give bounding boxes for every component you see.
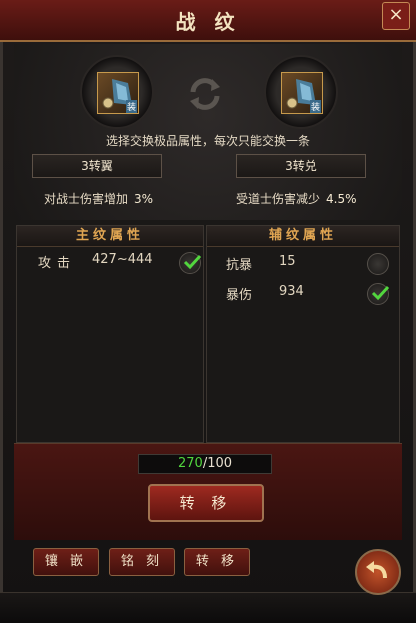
aux-attr-row[interactable]: 抗暴 xyxy=(226,254,252,273)
aux-attr-header: 辅纹属性 xyxy=(207,226,399,247)
left-equip-slot[interactable]: 装 xyxy=(80,55,154,129)
stat-value: 4.5% xyxy=(326,192,357,206)
tab-engrave[interactable]: 铭 刻 xyxy=(109,548,175,576)
main-attr-value: 427~444 xyxy=(92,252,153,267)
equipped-badge: 装 xyxy=(125,100,137,113)
aux-attr-value: 15 xyxy=(279,254,296,269)
aux-attr-value: 934 xyxy=(279,284,304,299)
wing-item-icon[interactable]: 装 xyxy=(281,72,323,114)
back-button[interactable] xyxy=(355,549,401,595)
left-item-stat: 对战士伤害增加 3% xyxy=(44,190,153,207)
window-title: 战 纹 xyxy=(175,10,241,34)
stat-value: 3% xyxy=(134,192,154,206)
tab-inlay[interactable]: 镶 嵌 xyxy=(33,548,99,576)
main-attr-row[interactable]: 攻击 xyxy=(38,252,76,271)
aux-attr-checkbox[interactable] xyxy=(367,283,390,305)
aux-attr-checkbox[interactable] xyxy=(367,253,389,275)
title-bar: 战 纹 × xyxy=(0,0,416,42)
checkmark-icon xyxy=(371,285,390,301)
equipped-badge: 装 xyxy=(309,100,321,113)
right-item-tag: 3转兑 xyxy=(236,154,366,178)
left-item-tag: 3转翼 xyxy=(32,154,162,178)
attr-name: 抗暴 xyxy=(226,258,253,273)
progress-total: /100 xyxy=(202,456,233,471)
swap-hint: 选择交换极品属性，每次只能交换一条 xyxy=(105,134,310,148)
tab-transfer[interactable]: 转 移 xyxy=(184,548,250,576)
main-attr-header: 主纹属性 xyxy=(17,226,203,247)
footer-ornament xyxy=(0,592,416,623)
attr-name: 攻击 xyxy=(38,256,77,271)
material-progress: 270/100 xyxy=(138,454,272,474)
main-attr-checkbox[interactable] xyxy=(179,252,202,274)
progress-current: 270 xyxy=(177,456,203,471)
stat-label: 受道士伤害减少 xyxy=(236,192,321,206)
close-button[interactable]: × xyxy=(382,2,410,30)
right-item-stat: 受道士伤害减少 4.5% xyxy=(236,190,357,207)
right-equip-slot[interactable]: 装 xyxy=(264,55,338,129)
aux-attr-row[interactable]: 暴伤 xyxy=(226,284,252,303)
return-arrow-icon xyxy=(366,561,387,579)
stat-label: 对战士伤害增加 xyxy=(44,192,129,206)
transfer-button[interactable]: 转 移 xyxy=(148,484,264,522)
checkmark-icon xyxy=(183,254,202,270)
swap-arrows-icon xyxy=(185,74,225,114)
wing-item-icon[interactable]: 装 xyxy=(97,72,139,114)
attr-name: 暴伤 xyxy=(226,288,253,303)
